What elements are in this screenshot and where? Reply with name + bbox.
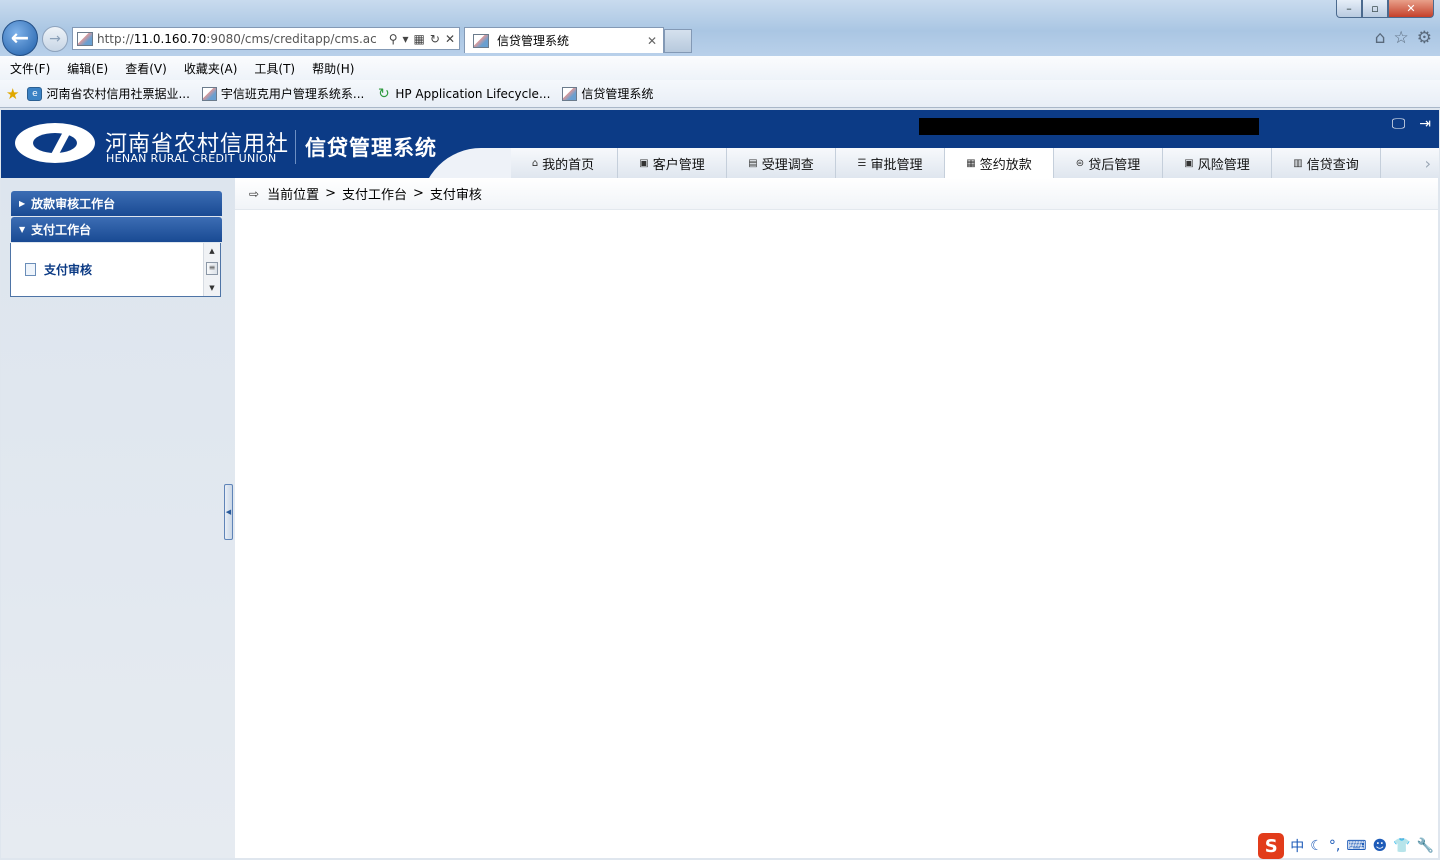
page-icon [77,31,93,46]
tab-contract[interactable]: ▦ 签约放款 [945,148,1054,178]
favorites-star-icon[interactable]: ☆ [1394,28,1409,48]
window-controls: – ▫ ✕ [1336,0,1434,18]
sidebar-section-loan-review[interactable]: ▶ 放款审核工作台 [11,191,222,216]
breadcrumb: ⇨ 当前位置 > 支付工作台 > 支付审核 [235,178,1438,210]
minimize-button[interactable]: – [1336,0,1362,18]
gear-icon[interactable]: ⚙ [1417,28,1432,48]
favorites-bar: ★ e 河南省农村信用社票据业... 宇信班克用户管理系统系... ↻ HP App… [0,80,1440,108]
wrench-icon[interactable]: 🔧 [1417,838,1434,854]
compat-view-icon[interactable]: ▦ [414,32,425,46]
ime-toolbar: S 中 ☾ °, ⌨ ☻ 👕 🔧 [1258,832,1434,860]
system-name: 信贷管理系统 [305,136,437,160]
stop-icon[interactable]: ✕ [445,32,455,46]
tab-title: 信贷管理系统 [497,34,570,48]
approval-icon: ☰ [857,157,867,169]
menu-favorites[interactable]: 收藏夹(A) [184,60,238,77]
refresh-icon[interactable]: ↻ [430,32,440,46]
keyboard-icon[interactable]: ⌨ [1346,838,1366,854]
scroll-up-icon[interactable]: ▲ [204,245,220,257]
forward-button[interactable]: → [42,26,68,52]
chevron-left-icon: ◀ [225,508,232,516]
survey-icon: ▤ [748,157,758,169]
contract-icon: ▦ [966,157,976,169]
nav-scroll-right-icon[interactable]: › [1425,154,1431,173]
refresh-icon: ↻ [377,85,390,102]
favorite-item[interactable]: 信贷管理系统 [562,85,653,102]
favorite-item[interactable]: ↻ HP Application Lifecycle... [376,87,550,101]
user-icon[interactable]: ☻ [1373,838,1388,854]
shirt-icon[interactable]: 👕 [1393,838,1410,854]
punctuation-icon[interactable]: °, [1329,838,1340,854]
main-content: ⇨ 当前位置 > 支付工作台 > 支付审核 [235,178,1438,858]
tab-survey[interactable]: ▤ 受理调查 [727,148,836,178]
tab-home[interactable]: ⌂ 我的首页 [509,148,618,178]
tab-approval[interactable]: ☰ 审批管理 [836,148,945,178]
chevron-right-icon: ▶ [19,199,26,208]
dropdown-arrow-icon[interactable]: ▾ [403,32,409,46]
scroll-thumb[interactable]: ≡ [206,262,218,275]
sogou-logo-icon[interactable]: S [1258,833,1285,859]
panel-scrollbar[interactable]: ▲ ≡ ▼ [203,243,220,296]
postloan-icon: ⊜ [1075,157,1085,169]
search-icon[interactable]: ⚲ [389,32,398,46]
close-window-button[interactable]: ✕ [1388,0,1434,18]
sidebar-item-payment-review[interactable]: 支付审核 [25,261,92,278]
favorite-item[interactable]: e 河南省农村信用社票据业... [27,85,190,102]
page-icon [201,86,217,101]
moon-icon[interactable]: ☾ [1310,838,1323,854]
customer-icon: ▣ [639,157,649,169]
logo-divider [295,130,296,164]
breadcrumb-item: 支付审核 [429,188,482,203]
desktop-icon[interactable]: 🖵 [1392,116,1406,132]
close-tab-icon[interactable]: ✕ [647,34,657,48]
document-icon [25,263,36,276]
page-icon [473,33,489,48]
home-icon: ⌂ [531,157,539,169]
logo-english: HENAN RURAL CREDIT UNION [106,152,277,165]
breadcrumb-item[interactable]: 支付工作台 [342,184,407,203]
new-tab-button[interactable] [664,29,692,53]
menu-file[interactable]: 文件(F) [10,60,50,77]
menu-tools[interactable]: 工具(T) [254,60,295,77]
sidebar-collapse-handle[interactable]: ◀ [224,484,233,540]
tab-query[interactable]: ▥ 信贷查询 [1272,148,1381,178]
app-header: 河南省农村信用社 HENAN RURAL CREDIT UNION 信贷管理系统… [1,110,1439,178]
url-text[interactable]: http://11.0.160.70:9080/cms/creditapp/cm… [97,32,377,46]
scroll-down-icon[interactable]: ▼ [204,282,220,294]
tab-customer[interactable]: ▣ 客户管理 [618,148,727,178]
risk-icon: ▣ [1184,157,1194,169]
home-icon[interactable]: ⌂ [1375,28,1386,48]
maximize-button[interactable]: ▫ [1362,0,1388,18]
redacted-user-info [919,118,1259,135]
back-button[interactable]: ← [2,20,38,56]
main-nav: ⌂ 我的首页 ▣ 客户管理 ▤ 受理调查 ☰ 审批管理 ▦ 签约放款 ⊜ 贷后管理 ▣ 风险管… [509,148,1381,178]
tab-postloan[interactable]: ⊜ 贷后管理 [1054,148,1163,178]
address-bar[interactable]: http://11.0.160.70:9080/cms/creditapp/cm… [72,27,460,50]
logout-icon[interactable]: ⇥ [1419,116,1431,132]
ime-mode[interactable]: 中 [1290,836,1304,856]
menu-view[interactable]: 查看(V) [125,60,167,77]
query-icon: ▥ [1293,157,1303,169]
add-favorite-star-icon[interactable]: ★ [6,85,19,103]
browser-tab[interactable]: 信贷管理系统 ✕ [464,27,664,53]
location-icon: ⇨ [249,186,260,201]
sidebar-section-payment[interactable]: ▼ 支付工作台 [11,217,222,242]
favorite-item[interactable]: 宇信班克用户管理系统系... [201,85,364,102]
ie-page-icon: e [27,86,43,101]
payment-section-panel: 支付审核 ▲ ≡ ▼ [10,243,221,297]
arrow-left-icon: ← [10,25,30,51]
menu-bar: 文件(F) 编辑(E) 查看(V) 收藏夹(A) 工具(T) 帮助(H) [0,56,1440,80]
menu-help[interactable]: 帮助(H) [312,60,354,77]
tab-risk[interactable]: ▣ 风险管理 [1163,148,1272,178]
menu-edit[interactable]: 编辑(E) [67,60,108,77]
arrow-right-icon: → [49,31,61,47]
chevron-down-icon: ▼ [19,225,26,234]
logo-icon [15,123,95,163]
browser-titlebar: – ▫ ✕ ← → http://11.0.160.70:9080/cms/cr… [0,0,1440,56]
page-icon [562,86,578,101]
